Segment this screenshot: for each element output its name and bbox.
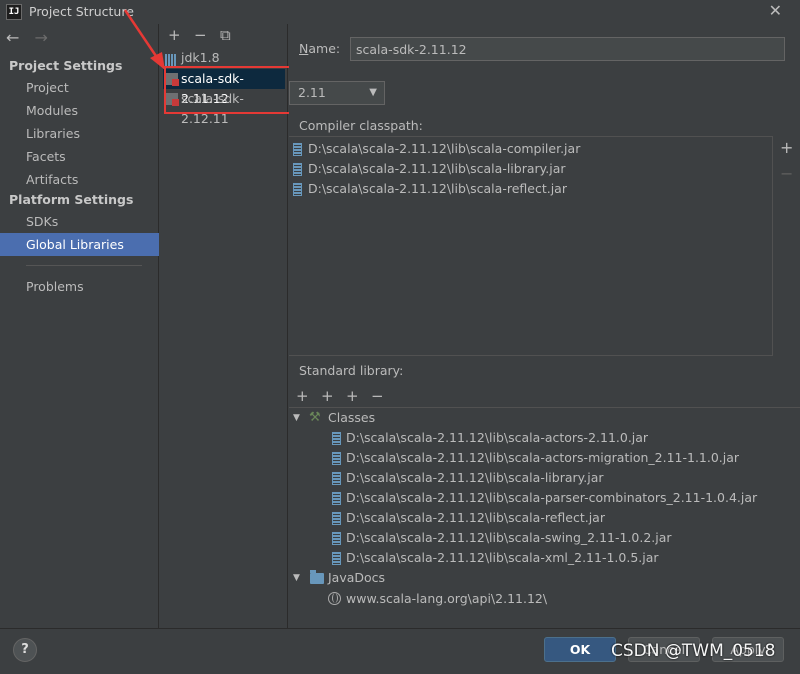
standard-library-toolbar: + + + − — [296, 387, 396, 405]
ok-button[interactable]: OK — [544, 637, 616, 662]
standard-library-label: Standard library: — [299, 363, 404, 378]
library-details-panel: Name: 2.11 ▼ Compiler classpath: D:\scal… — [289, 24, 800, 628]
classpath-side-toolbar: + − — [773, 136, 800, 356]
history-arrows: ← → — [6, 28, 58, 47]
library-name-input[interactable] — [350, 37, 785, 61]
jar-icon — [293, 143, 302, 156]
libraries-toolbar: + − ⧉ — [168, 26, 246, 44]
platform-settings-header: Platform Settings — [9, 192, 134, 207]
help-button[interactable]: ? — [13, 638, 37, 662]
csdn-watermark: CSDN @TWM_0518 — [611, 641, 776, 661]
nav-item-sdks[interactable]: SDKs — [0, 210, 159, 233]
jar-icon — [293, 183, 302, 196]
jar-icon — [332, 432, 341, 445]
jar-icon — [293, 163, 302, 176]
nav-item-modules[interactable]: Modules — [0, 99, 159, 122]
globe-icon — [328, 592, 341, 605]
title-bar: IJ Project Structure ✕ — [0, 0, 800, 24]
class-entry[interactable]: D:\scala\scala-2.11.12\lib\scala-actors-… — [329, 428, 648, 448]
classpath-entry[interactable]: D:\scala\scala-2.11.12\lib\scala-compile… — [290, 139, 580, 159]
class-entry[interactable]: D:\scala\scala-2.11.12\lib\scala-library… — [329, 468, 604, 488]
scala-version-select[interactable]: 2.11 ▼ — [289, 81, 385, 105]
add-library-button[interactable]: + — [168, 26, 194, 44]
jar-icon — [332, 552, 341, 565]
add-button[interactable]: + — [296, 387, 321, 405]
window-title: Project Structure — [29, 4, 134, 19]
compiler-classpath-list[interactable]: D:\scala\scala-2.11.12\lib\scala-compile… — [289, 136, 773, 356]
nav-item-artifacts[interactable]: Artifacts — [0, 168, 159, 191]
close-icon[interactable]: ✕ — [769, 1, 782, 20]
forward-arrow-icon[interactable]: → — [35, 28, 48, 47]
add-from-maven-button[interactable]: + — [321, 387, 346, 405]
class-entry[interactable]: D:\scala\scala-2.11.12\lib\scala-actors-… — [329, 448, 739, 468]
annotation-highlight-box — [164, 66, 292, 114]
remove-button[interactable]: − — [371, 387, 396, 405]
nav-item-global-libraries[interactable]: Global Libraries — [0, 233, 159, 256]
hammer-icon: ⚒ — [309, 410, 321, 425]
classes-node[interactable]: ▼ ⚒ Classes — [289, 408, 489, 428]
copy-library-button[interactable]: ⧉ — [220, 26, 246, 44]
nav-item-libraries[interactable]: Libraries — [0, 122, 159, 145]
intellij-app-icon: IJ — [6, 4, 22, 20]
jar-icon — [332, 472, 341, 485]
settings-navigation: ← → Project Settings Project Modules Lib… — [0, 24, 159, 628]
javadoc-entry[interactable]: www.scala-lang.org\api\2.11.12\ — [289, 589, 547, 609]
class-entry[interactable]: D:\scala\scala-2.11.12\lib\scala-parser-… — [329, 488, 757, 508]
folder-icon — [310, 570, 324, 584]
library-item-label: jdk1.8 — [181, 50, 220, 65]
attach-button[interactable]: + — [346, 387, 371, 405]
jdk-icon — [165, 52, 178, 66]
name-label: Name: — [299, 41, 341, 56]
scala-version-value: 2.11 — [298, 85, 326, 100]
javadocs-node[interactable]: ▼ JavaDocs — [289, 568, 489, 588]
jar-icon — [332, 512, 341, 525]
jar-icon — [332, 532, 341, 545]
expand-arrow-icon[interactable]: ▼ — [293, 568, 300, 588]
project-settings-header: Project Settings — [9, 58, 123, 73]
add-classpath-button[interactable]: + — [780, 138, 793, 157]
nav-item-facets[interactable]: Facets — [0, 145, 159, 168]
global-libraries-list: + − ⧉ jdk1.8 scala-sdk-2.11.12 scala-sdk-2… — [160, 24, 288, 628]
nav-item-problems[interactable]: Problems — [0, 275, 159, 298]
nav-divider — [26, 265, 142, 266]
classpath-entry[interactable]: D:\scala\scala-2.11.12\lib\scala-reflect… — [290, 179, 567, 199]
remove-classpath-button[interactable]: − — [780, 164, 793, 183]
class-entry[interactable]: D:\scala\scala-2.11.12\lib\scala-swing_2… — [329, 528, 672, 548]
remove-library-button[interactable]: − — [194, 26, 220, 44]
class-entry[interactable]: D:\scala\scala-2.11.12\lib\scala-xml_2.1… — [329, 548, 659, 568]
expand-arrow-icon[interactable]: ▼ — [293, 408, 300, 428]
class-entry[interactable]: D:\scala\scala-2.11.12\lib\scala-reflect… — [329, 508, 605, 528]
back-arrow-icon[interactable]: ← — [6, 28, 19, 47]
jar-icon — [332, 492, 341, 505]
jar-icon — [332, 452, 341, 465]
dropdown-arrow-icon: ▼ — [369, 87, 377, 98]
classpath-entry[interactable]: D:\scala\scala-2.11.12\lib\scala-library… — [290, 159, 566, 179]
compiler-classpath-label: Compiler classpath: — [299, 118, 423, 133]
library-item-jdk[interactable]: jdk1.8 — [163, 48, 223, 68]
nav-item-project[interactable]: Project — [0, 76, 159, 99]
